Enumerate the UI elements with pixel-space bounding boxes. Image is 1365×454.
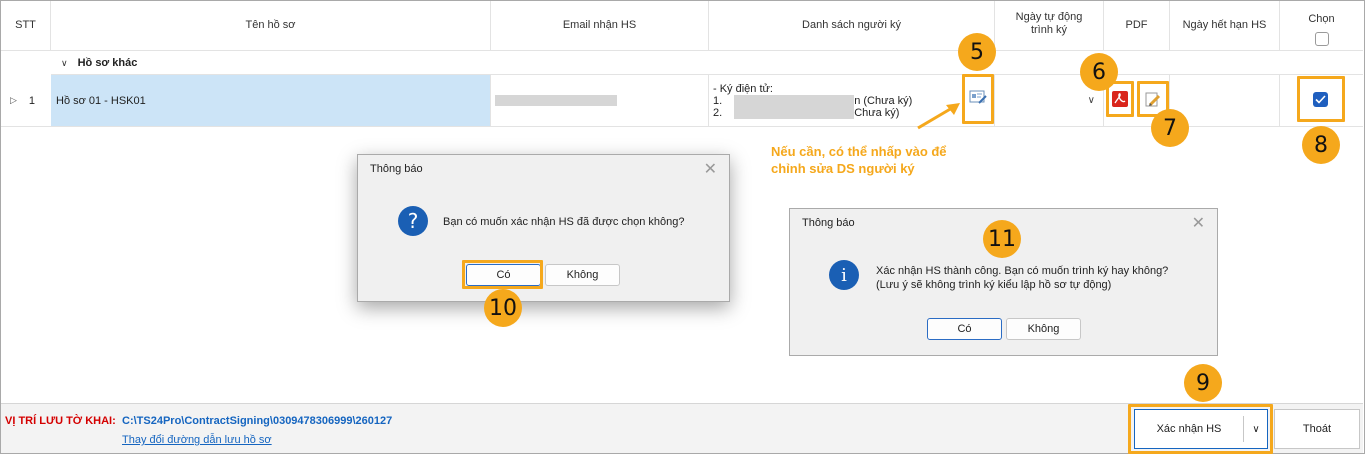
col-header-stt-label: STT bbox=[15, 19, 36, 31]
badge-5: 5 bbox=[958, 33, 996, 71]
save-location-label: VỊ TRÍ LƯU TỜ KHAI: bbox=[5, 415, 116, 427]
redacted-signer-2 bbox=[734, 106, 855, 119]
annotation-hint-line-2: chỉnh sửa DS người ký bbox=[771, 161, 915, 176]
save-path: C:\TS24Pro\ContractSigning\0309478306999… bbox=[122, 415, 393, 427]
row-ten-ho-so-cell[interactable]: Hồ sơ 01 - HSK01 bbox=[51, 75, 491, 126]
col-header-ten-ho-so[interactable]: Tên hồ sơ bbox=[51, 1, 491, 51]
group-label: Hồ sơ khác bbox=[77, 57, 138, 69]
redacted-signer-1 bbox=[734, 94, 855, 107]
col-header-email-label: Email nhận HS bbox=[562, 19, 637, 31]
col-header-ten-ho-so-label: Tên hồ sơ bbox=[245, 19, 296, 31]
col-header-ngay-tu-dong-label: Ngày tự động trình ký bbox=[1015, 11, 1083, 36]
question-icon: ? bbox=[398, 206, 428, 236]
chevron-down-icon[interactable]: ∨ bbox=[61, 58, 68, 69]
col-header-ngay-het-han[interactable]: Ngày hết hạn HS bbox=[1170, 1, 1280, 51]
confirm-no-button[interactable]: Không bbox=[545, 264, 620, 286]
arrow-annotation-icon bbox=[917, 103, 960, 130]
badge-8-label: 8 bbox=[1314, 132, 1328, 158]
badge-9-label: 9 bbox=[1196, 370, 1210, 396]
annotation-hint: Nếu cần, có thể nhấp vào để chỉnh sửa DS… bbox=[771, 143, 947, 177]
row-stt-cell: ▷ 1 bbox=[1, 75, 51, 126]
badge-7: 7 bbox=[1151, 109, 1189, 147]
footer-bar: VỊ TRÍ LƯU TỜ KHAI: C:\TS24Pro\ContractS… bbox=[1, 403, 1363, 454]
date-dropdown-icon[interactable]: ∨ bbox=[1088, 95, 1095, 106]
col-header-chon-label: Chọn bbox=[1308, 12, 1335, 25]
badge-11-label: 11 bbox=[988, 226, 1016, 252]
confirm-no-label: Không bbox=[566, 269, 599, 281]
annotation-hint-line-1: Nếu cần, có thể nhấp vào để bbox=[771, 144, 947, 159]
col-header-ngay-het-han-label: Ngày hết hạn HS bbox=[1182, 19, 1267, 31]
highlight-edit-signers bbox=[962, 74, 994, 124]
confirm-dialog-title: Thông báo bbox=[370, 163, 423, 175]
success-message-line-2: (Lưu ý sẽ không trình ký kiểu lập hồ sơ … bbox=[876, 279, 1112, 291]
badge-6-label: 6 bbox=[1092, 59, 1106, 85]
info-icon: i bbox=[829, 260, 859, 290]
highlight-confirm-yes bbox=[462, 260, 543, 289]
expand-row-icon[interactable]: ▷ bbox=[10, 95, 17, 106]
badge-6: 6 bbox=[1080, 53, 1118, 91]
success-no-label: Không bbox=[1027, 323, 1060, 335]
signer-1-index: 1. bbox=[713, 94, 723, 107]
badge-7-label: 7 bbox=[1163, 115, 1177, 141]
badge-5-label: 5 bbox=[970, 39, 984, 65]
col-header-pdf[interactable]: PDF bbox=[1104, 1, 1170, 51]
redacted-email bbox=[495, 95, 617, 106]
success-dialog-message: Xác nhận HS thành công. Bạn có muốn trìn… bbox=[876, 264, 1168, 292]
confirm-dialog-message: Bạn có muốn xác nhận HS đã được chọn khô… bbox=[443, 216, 685, 228]
close-icon[interactable]: ✕ bbox=[1192, 213, 1205, 232]
highlight-row-checkbox bbox=[1297, 76, 1345, 122]
exit-button[interactable]: Thoát bbox=[1274, 409, 1360, 449]
row-stt: 1 bbox=[28, 94, 36, 107]
badge-8: 8 bbox=[1302, 126, 1340, 164]
col-header-email[interactable]: Email nhận HS bbox=[491, 1, 709, 51]
exit-label: Thoát bbox=[1302, 423, 1332, 435]
signer-1-status: n (Chưa ký) bbox=[854, 94, 913, 107]
change-path-link[interactable]: Thay đổi đường dẫn lưu hồ sơ bbox=[122, 434, 272, 446]
success-dialog-title: Thông báo bbox=[802, 217, 855, 229]
signer-heading: - Ký điện tử: bbox=[713, 82, 773, 95]
success-message-line-1: Xác nhận HS thành công. Bạn có muốn trìn… bbox=[876, 265, 1169, 277]
col-header-ngay-tu-dong[interactable]: Ngày tự động trình ký bbox=[995, 1, 1104, 51]
col-header-danh-sach-label: Danh sách người ký bbox=[802, 19, 901, 31]
select-all-checkbox[interactable] bbox=[1314, 31, 1329, 46]
success-no-button[interactable]: Không bbox=[1006, 318, 1081, 340]
success-yes-label: Có bbox=[957, 323, 972, 335]
success-yes-button[interactable]: Có bbox=[927, 318, 1002, 340]
col-header-pdf-label: PDF bbox=[1125, 19, 1148, 31]
col-header-chon: Chọn bbox=[1280, 1, 1363, 51]
close-icon[interactable]: ✕ bbox=[704, 159, 717, 178]
signer-2-index: 2. bbox=[713, 106, 723, 119]
badge-10-label: 10 bbox=[489, 295, 517, 321]
group-row[interactable]: ∨ Hồ sơ khác bbox=[51, 52, 1363, 75]
row-ten-ho-so: Hồ sơ 01 - HSK01 bbox=[56, 94, 146, 107]
col-header-stt[interactable]: STT bbox=[1, 1, 51, 51]
badge-11: 11 bbox=[983, 220, 1021, 258]
col-header-danh-sach[interactable]: Danh sách người ký bbox=[709, 1, 995, 51]
confirm-dialog: Thông báo ✕ ? Bạn có muốn xác nhận HS đã… bbox=[357, 154, 730, 302]
badge-10: 10 bbox=[484, 289, 522, 327]
badge-9: 9 bbox=[1184, 364, 1222, 402]
signer-2-status: Chưa ký) bbox=[854, 106, 900, 119]
row-email-cell[interactable] bbox=[491, 75, 709, 126]
highlight-confirm-documents bbox=[1128, 404, 1273, 454]
